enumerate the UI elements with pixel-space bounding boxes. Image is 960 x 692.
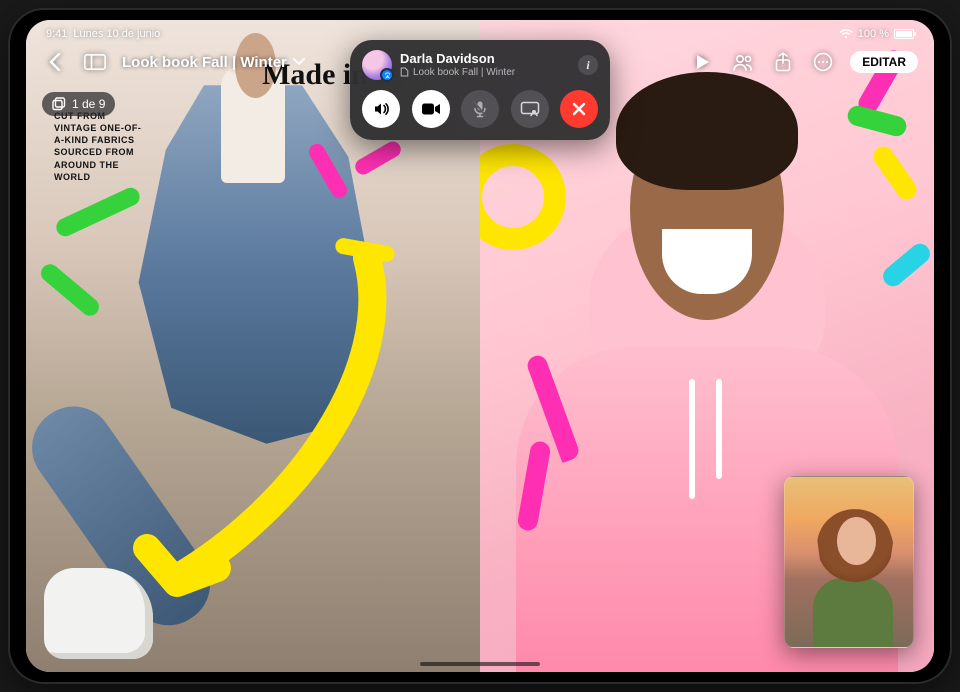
wifi-icon	[839, 29, 853, 39]
edit-button[interactable]: EDITAR	[850, 51, 918, 73]
more-button[interactable]	[810, 49, 836, 75]
page-indicator[interactable]: 1 de 9	[42, 92, 115, 116]
shareplay-badge-icon	[380, 68, 394, 82]
marker-circle	[480, 137, 573, 257]
page-indicator-text: 1 de 9	[72, 97, 105, 111]
document-icon	[400, 67, 409, 77]
self-view-pip[interactable]	[784, 476, 914, 648]
caller-avatar	[362, 50, 392, 80]
shareplay-button[interactable]	[511, 90, 549, 128]
shared-document-name: Look book Fall | Winter	[413, 67, 515, 78]
collaborate-button[interactable]	[730, 49, 756, 75]
audio-route-button[interactable]	[362, 90, 400, 128]
pages-icon	[52, 97, 66, 111]
mute-button[interactable]	[461, 90, 499, 128]
ipad-frame: Made in Sa CUT FROM VINTAGE ONE-OF-A-KIN…	[10, 10, 950, 682]
status-time: 9:41	[46, 28, 67, 40]
sidebar-toggle-icon[interactable]	[82, 49, 108, 75]
marker-arrow	[117, 248, 417, 628]
call-info-button[interactable]: i	[578, 55, 598, 75]
back-button[interactable]	[42, 49, 68, 75]
screen: Made in Sa CUT FROM VINTAGE ONE-OF-A-KIN…	[26, 20, 934, 672]
battery-icon	[894, 29, 914, 39]
share-button[interactable]	[770, 49, 796, 75]
side-copy: CUT FROM VINTAGE ONE-OF-A-KIND FABRICS S…	[54, 110, 144, 183]
end-call-button[interactable]	[560, 90, 598, 128]
document-title[interactable]: Look book Fall | Winter	[122, 54, 305, 71]
self-view-figure	[808, 514, 898, 647]
status-date: Lunes 10 de junio	[73, 28, 160, 40]
play-button[interactable]	[690, 49, 716, 75]
battery-percent: 100 %	[858, 28, 889, 40]
chevron-down-icon	[293, 58, 305, 66]
camera-toggle-button[interactable]	[412, 90, 450, 128]
document-title-text: Look book Fall | Winter	[122, 54, 287, 71]
home-indicator[interactable]	[420, 662, 540, 666]
shared-document-label: Look book Fall | Winter	[400, 67, 570, 78]
caller-name: Darla Davidson	[400, 52, 570, 66]
facetime-call-panel[interactable]: Darla Davidson Look book Fall | Winter i	[350, 40, 610, 140]
